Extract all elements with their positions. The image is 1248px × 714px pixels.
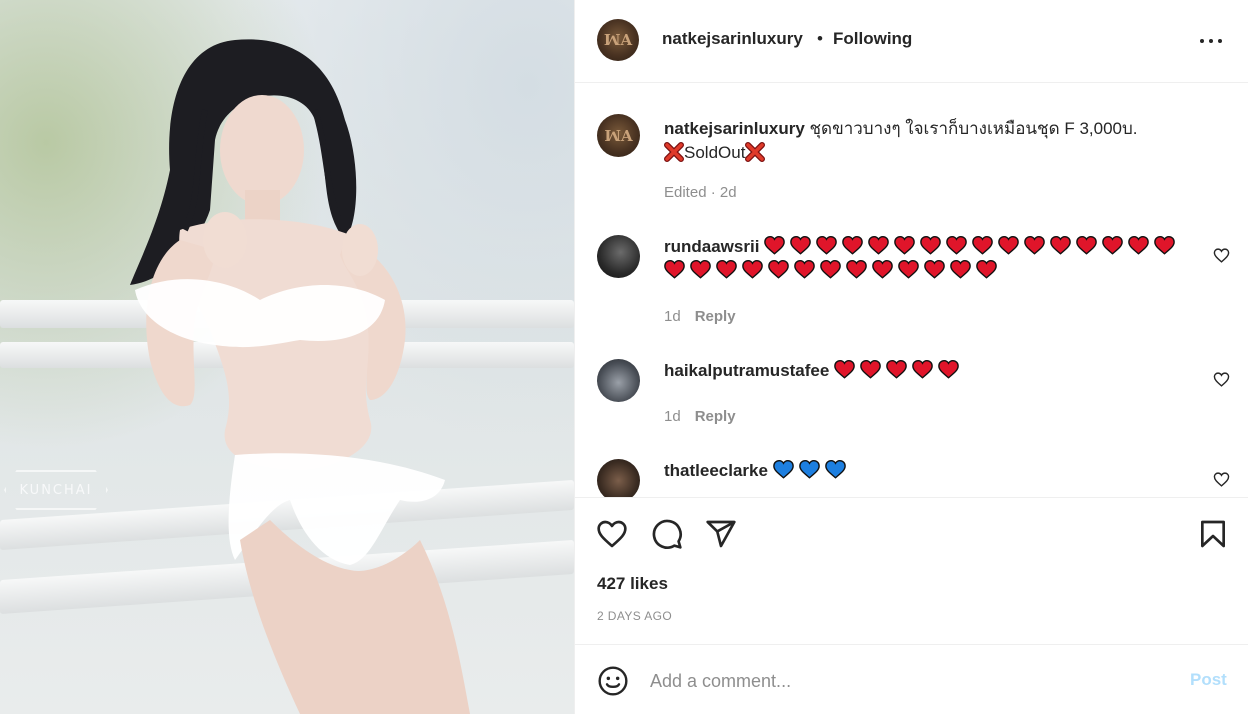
red-heart-emoji-icon xyxy=(1050,235,1071,255)
comment-icon[interactable] xyxy=(651,518,683,550)
caption-body: ชุดขาวบางๆ ใจเราก็บางเหมือนชุด F 3,000บ. xyxy=(809,119,1138,138)
emoji-icon[interactable] xyxy=(597,665,629,697)
post-header: ꟽA natkejsarinluxury • Following xyxy=(575,0,1248,83)
add-comment-bar: Post xyxy=(575,645,1248,714)
red-heart-emoji-icon xyxy=(920,235,941,255)
comments-list[interactable]: ꟽA natkejsarinluxury ชุดขาวบางๆ ใจเราก็บ… xyxy=(575,83,1248,497)
red-heart-emoji-icon xyxy=(1076,235,1097,255)
model-figure xyxy=(130,39,470,714)
comment-avatar[interactable] xyxy=(597,459,640,497)
cross-mark-icon xyxy=(664,142,684,162)
likes-count[interactable]: 427 likes xyxy=(597,574,668,594)
brand-logo-icon: ꟽA xyxy=(603,31,633,49)
red-heart-emoji-icon xyxy=(860,359,881,379)
more-options-button[interactable] xyxy=(1197,28,1225,54)
comment-meta: 1d Reply xyxy=(664,408,736,425)
reply-button[interactable]: Reply xyxy=(695,308,736,325)
header-username[interactable]: natkejsarinluxury xyxy=(662,29,803,49)
red-heart-emoji-icon xyxy=(768,259,789,279)
red-heart-emoji-icon xyxy=(1102,235,1123,255)
red-heart-emoji-icon xyxy=(912,359,933,379)
red-heart-emoji-icon xyxy=(924,259,945,279)
red-heart-emoji-icon xyxy=(898,259,919,279)
red-heart-emoji-icon xyxy=(950,259,971,279)
red-heart-emoji-icon xyxy=(790,235,811,255)
red-heart-emoji-icon xyxy=(794,259,815,279)
reply-button[interactable]: Reply xyxy=(695,408,736,425)
like-comment-heart-icon[interactable] xyxy=(1213,371,1230,388)
comment-meta: 1d Reply xyxy=(664,308,736,325)
heart-icon[interactable] xyxy=(596,518,628,550)
red-heart-emoji-icon xyxy=(894,235,915,255)
post-photo[interactable]: KUNCHAI xyxy=(0,0,574,714)
comment-emoji-hearts xyxy=(772,459,851,480)
comment-time: 1d xyxy=(664,308,681,325)
comment-avatar[interactable] xyxy=(597,235,640,278)
red-heart-emoji-icon xyxy=(846,259,867,279)
caption-status: SoldOut xyxy=(684,143,746,162)
red-heart-emoji-icon xyxy=(1128,235,1149,255)
red-heart-emoji-icon xyxy=(816,235,837,255)
blue-heart-emoji-icon xyxy=(772,459,794,479)
share-icon[interactable] xyxy=(705,518,737,550)
following-button[interactable]: Following xyxy=(833,29,912,49)
more-icon-dot xyxy=(1209,39,1213,43)
red-heart-emoji-icon xyxy=(976,259,997,279)
red-heart-emoji-icon xyxy=(690,259,711,279)
header-separator: • xyxy=(817,29,823,48)
comment-emoji-hearts xyxy=(834,359,964,380)
red-heart-emoji-icon xyxy=(842,235,863,255)
red-heart-emoji-icon xyxy=(1154,235,1175,255)
comment-username[interactable]: thatleeclarke xyxy=(664,461,768,480)
red-heart-emoji-icon xyxy=(998,235,1019,255)
comment-text: haikalputramustafee xyxy=(664,359,1194,383)
photographer-watermark: KUNCHAI xyxy=(4,470,108,510)
more-icon xyxy=(1200,39,1204,43)
post-date: 2 DAYS AGO xyxy=(597,609,673,623)
comment-avatar[interactable] xyxy=(597,359,640,402)
more-icon-dot xyxy=(1218,39,1222,43)
like-comment-heart-icon[interactable] xyxy=(1213,471,1230,488)
red-heart-emoji-icon xyxy=(938,359,959,379)
comment-input[interactable] xyxy=(650,667,1170,695)
post-button[interactable]: Post xyxy=(1190,670,1227,690)
red-heart-emoji-icon xyxy=(742,259,763,279)
caption-avatar[interactable]: ꟽA xyxy=(597,114,640,157)
red-heart-emoji-icon xyxy=(1024,235,1045,255)
red-heart-emoji-icon xyxy=(972,235,993,255)
post-actions: 427 likes 2 DAYS AGO xyxy=(575,497,1248,645)
blue-heart-emoji-icon xyxy=(824,459,846,479)
red-heart-emoji-icon xyxy=(716,259,737,279)
red-heart-emoji-icon xyxy=(872,259,893,279)
red-heart-emoji-icon xyxy=(868,235,889,255)
like-comment-heart-icon[interactable] xyxy=(1213,247,1230,264)
caption-meta: Edited · 2d xyxy=(664,184,737,201)
comment-username[interactable]: haikalputramustafee xyxy=(664,361,829,380)
cross-mark-icon xyxy=(745,142,766,162)
avatar[interactable]: ꟽA xyxy=(597,19,639,61)
red-heart-emoji-icon xyxy=(886,359,907,379)
bookmark-icon[interactable] xyxy=(1197,518,1229,550)
post-side-panel: ꟽA natkejsarinluxury • Following ꟽA natk… xyxy=(574,0,1248,714)
comment-time: 1d xyxy=(664,408,681,425)
comment-text: thatleeclarke xyxy=(664,459,1194,483)
caption-text: natkejsarinluxury ชุดขาวบางๆ ใจเราก็บางเ… xyxy=(664,117,1224,165)
blue-heart-emoji-icon xyxy=(798,459,820,479)
red-heart-emoji-icon xyxy=(946,235,967,255)
red-heart-emoji-icon xyxy=(834,359,855,379)
red-heart-emoji-icon xyxy=(664,259,685,279)
comment-username[interactable]: rundaawsrii xyxy=(664,237,759,256)
comment-text: rundaawsrii xyxy=(664,235,1194,283)
caption-username[interactable]: natkejsarinluxury xyxy=(664,119,805,138)
red-heart-emoji-icon xyxy=(820,259,841,279)
red-heart-emoji-icon xyxy=(764,235,785,255)
brand-logo-icon: ꟽA xyxy=(604,126,633,145)
